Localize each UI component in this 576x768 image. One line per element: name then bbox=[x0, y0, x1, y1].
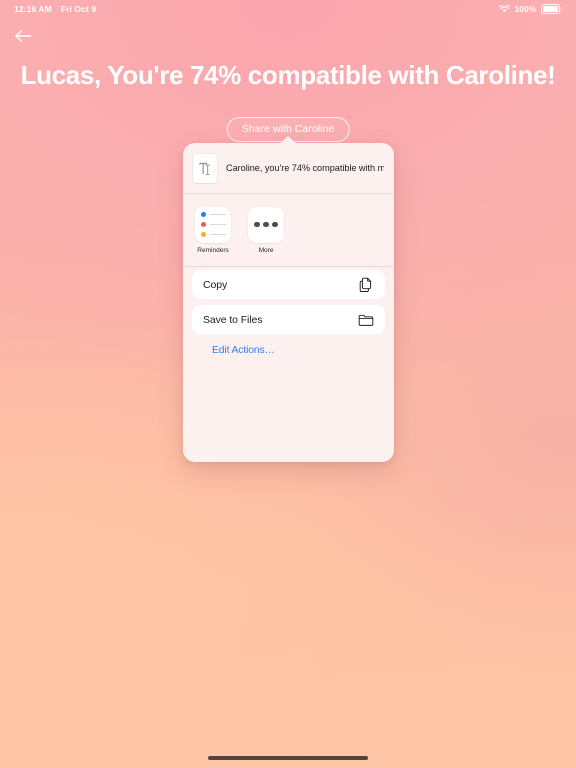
share-sheet-popover: Caroline, you're 74% compatible with me … bbox=[183, 143, 394, 462]
battery-percent-label: 100% bbox=[514, 4, 537, 14]
copy-icon bbox=[359, 277, 374, 293]
share-target-label: More bbox=[258, 246, 274, 254]
home-indicator[interactable] bbox=[208, 755, 368, 760]
share-target-reminders[interactable]: Reminders bbox=[195, 206, 231, 254]
share-target-label: Reminders bbox=[197, 246, 229, 254]
action-label: Save to Files bbox=[203, 313, 263, 326]
back-button[interactable] bbox=[10, 27, 36, 49]
back-arrow-icon bbox=[14, 29, 32, 48]
share-target-more[interactable]: More bbox=[248, 206, 284, 254]
action-label: Copy bbox=[203, 278, 228, 291]
action-row-copy[interactable]: Copy bbox=[192, 270, 385, 299]
folder-icon bbox=[358, 313, 374, 327]
text-document-icon bbox=[193, 154, 217, 183]
reminders-app-icon bbox=[195, 206, 231, 243]
popover-arrow bbox=[278, 136, 298, 145]
status-bar: 12:16 AM Fri Oct 9 100% bbox=[0, 0, 576, 18]
share-app-row: Reminders More bbox=[183, 194, 394, 266]
status-bar-left: 12:16 AM Fri Oct 9 bbox=[14, 4, 96, 14]
page-title: Lucas, You're 74% compatible with Caroli… bbox=[20, 60, 556, 90]
share-preview-text: Caroline, you're 74% compatible with me bbox=[226, 162, 384, 173]
wifi-icon bbox=[499, 5, 511, 13]
action-row-save-to-files[interactable]: Save to Files bbox=[192, 305, 385, 334]
status-time: 12:16 AM bbox=[14, 4, 52, 14]
battery-icon bbox=[540, 4, 562, 14]
share-sheet-preview-header[interactable]: Caroline, you're 74% compatible with me … bbox=[183, 143, 394, 193]
status-bar-right: 100% bbox=[499, 4, 562, 14]
edit-actions-link[interactable]: Edit Actions… bbox=[192, 340, 385, 356]
status-date: Fri Oct 9 bbox=[60, 4, 97, 14]
share-action-list: Copy Save to Files Edit Actions… bbox=[183, 266, 394, 356]
more-ellipsis-icon bbox=[248, 206, 284, 243]
share-preview-title: Caroline, you're 74% compatible with me … bbox=[226, 163, 384, 175]
